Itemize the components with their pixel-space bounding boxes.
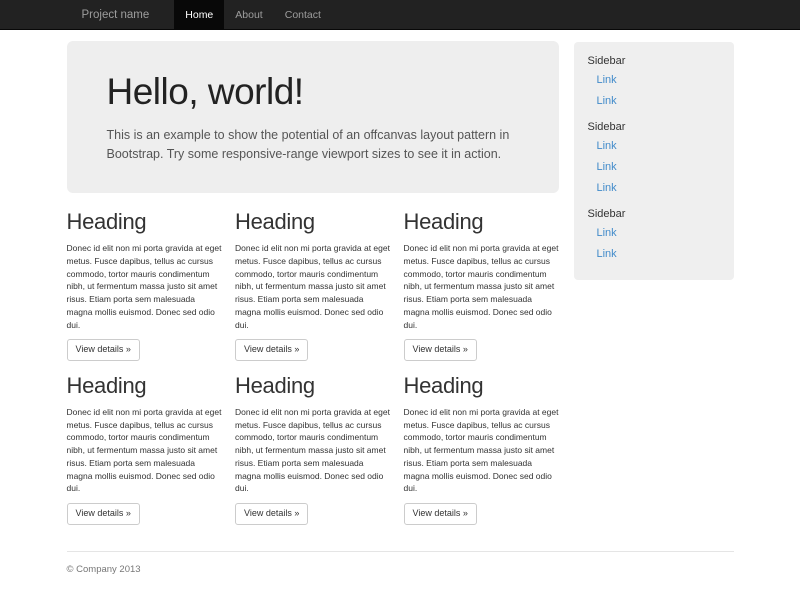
jumbotron: Hello, world! This is an example to show… [67, 41, 559, 193]
nav-item-about[interactable]: About [224, 0, 273, 30]
nav-item-home[interactable]: Home [174, 0, 224, 30]
sidebar-column: Sidebar Link Link Sidebar Link Link Link… [574, 41, 734, 525]
card: Heading Donec id elit non mi porta gravi… [67, 373, 222, 525]
sidebar-link[interactable]: Link [588, 135, 720, 156]
main-content: Hello, world! This is an example to show… [67, 41, 734, 595]
sidebar-group-heading: Sidebar [588, 121, 720, 133]
view-details-button[interactable]: View details » [404, 339, 477, 361]
sidebar-link[interactable]: Link [588, 90, 720, 111]
footer: © Company 2013 [67, 551, 734, 595]
navbar: Project name Home About Contact [0, 0, 800, 30]
card-body: Donec id elit non mi porta gravida at eg… [67, 242, 222, 331]
copyright-text: © Company 2013 [67, 552, 734, 595]
card: Heading Donec id elit non mi porta gravi… [404, 373, 559, 525]
card-body: Donec id elit non mi porta gravida at eg… [404, 242, 559, 331]
sidebar-group-heading: Sidebar [588, 208, 720, 220]
sidebar: Sidebar Link Link Sidebar Link Link Link… [574, 42, 734, 280]
card-heading: Heading [67, 209, 222, 235]
sidebar-group: Sidebar Link Link [588, 55, 720, 111]
card-body: Donec id elit non mi porta gravida at eg… [67, 406, 222, 495]
nav-item: Contact [274, 0, 332, 30]
view-details-button[interactable]: View details » [235, 339, 308, 361]
card-heading: Heading [404, 373, 559, 399]
cards-row-1: Heading Donec id elit non mi porta gravi… [67, 209, 559, 361]
card: Heading Donec id elit non mi porta gravi… [235, 209, 390, 361]
card-body: Donec id elit non mi porta gravida at eg… [235, 242, 390, 331]
navbar-brand[interactable]: Project name [67, 0, 165, 30]
card-heading: Heading [404, 209, 559, 235]
view-details-button[interactable]: View details » [67, 503, 140, 525]
view-details-button[interactable]: View details » [67, 339, 140, 361]
sidebar-group: Sidebar Link Link [588, 208, 720, 264]
view-details-button[interactable]: View details » [404, 503, 477, 525]
sidebar-link[interactable]: Link [588, 156, 720, 177]
sidebar-group: Sidebar Link Link Link [588, 121, 720, 198]
jumbotron-title: Hello, world! [107, 71, 519, 113]
view-details-button[interactable]: View details » [235, 503, 308, 525]
nav-item: About [224, 0, 273, 30]
main-column: Hello, world! This is an example to show… [67, 41, 559, 525]
card: Heading Donec id elit non mi porta gravi… [235, 373, 390, 525]
sidebar-group-heading: Sidebar [588, 55, 720, 67]
sidebar-link[interactable]: Link [588, 177, 720, 198]
card: Heading Donec id elit non mi porta gravi… [404, 209, 559, 361]
sidebar-link[interactable]: Link [588, 222, 720, 243]
card: Heading Donec id elit non mi porta gravi… [67, 209, 222, 361]
nav-item-contact[interactable]: Contact [274, 0, 332, 30]
card-heading: Heading [235, 373, 390, 399]
navbar-nav: Home About Contact [174, 0, 332, 30]
sidebar-link[interactable]: Link [588, 243, 720, 264]
card-body: Donec id elit non mi porta gravida at eg… [404, 406, 559, 495]
card-heading: Heading [67, 373, 222, 399]
cards-row-2: Heading Donec id elit non mi porta gravi… [67, 373, 559, 525]
card-heading: Heading [235, 209, 390, 235]
jumbotron-text: This is an example to show the potential… [107, 126, 519, 164]
card-body: Donec id elit non mi porta gravida at eg… [235, 406, 390, 495]
sidebar-link[interactable]: Link [588, 69, 720, 90]
nav-item: Home [174, 0, 224, 30]
